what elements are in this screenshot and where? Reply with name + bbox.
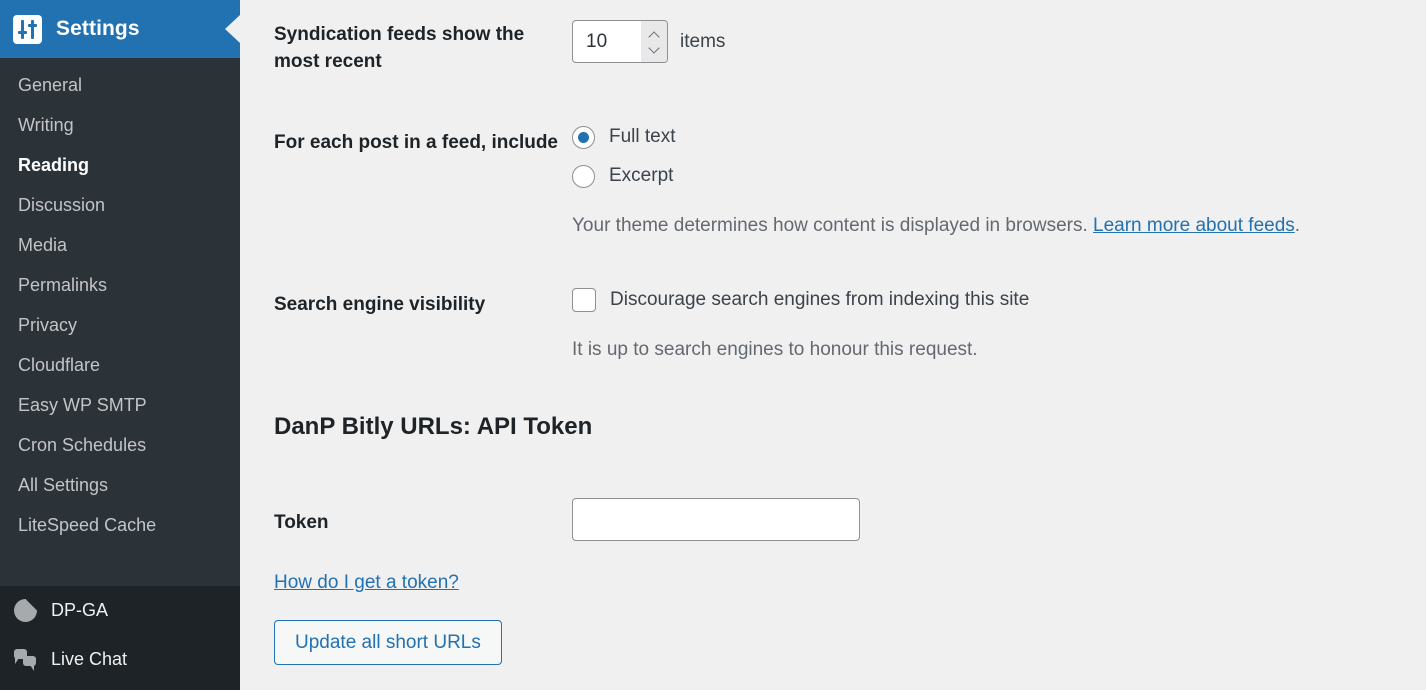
discourage-search-engines-checkbox[interactable] [572, 287, 596, 312]
sidebar-item-cloudflare[interactable]: Cloudflare [0, 345, 240, 385]
update-all-short-urls-button[interactable]: Update all short URLs [274, 620, 502, 666]
search-visibility-description: It is up to search engines to honour thi… [572, 338, 978, 360]
radio-full-text-label: Full text [609, 126, 676, 148]
setting-row-feed-content: For each post in a feed, include Full te… [240, 76, 1426, 240]
learn-more-about-feeds-link[interactable]: Learn more about feeds [1093, 215, 1295, 236]
sidebar-item-general[interactable]: General [0, 65, 240, 105]
sidebar-item-reading[interactable]: Reading [0, 145, 240, 185]
sidebar-item-writing[interactable]: Writing [0, 105, 240, 145]
pie-chart-icon [14, 599, 37, 622]
sidebar-item-live-chat-label: Live Chat [51, 648, 128, 669]
number-spinner[interactable] [641, 21, 667, 62]
token-help-row: How do I get a token? [274, 572, 1426, 594]
settings-content: Syndication feeds show the most recent 1… [240, 0, 1426, 690]
feed-content-label: For each post in a feed, include [274, 131, 558, 153]
spinner-up-icon[interactable] [650, 31, 659, 40]
sidebar-header-settings[interactable]: Settings [0, 0, 240, 58]
posts-per-rss-value: 10 [586, 30, 608, 52]
discourage-search-engines-option[interactable]: Discourage search engines from indexing … [572, 287, 1410, 312]
token-input[interactable] [572, 498, 860, 542]
chat-bubbles-icon [14, 648, 37, 671]
sidebar-item-dp-ga-label: DP-GA [51, 600, 109, 620]
sidebar-plugin-section: DP-GA Live Chat [0, 586, 240, 690]
spinner-down-icon[interactable] [650, 44, 659, 53]
search-visibility-label: Search engine visibility [274, 293, 486, 315]
token-label: Token [274, 512, 329, 534]
how-do-i-get-a-token-link[interactable]: How do I get a token? [274, 572, 459, 593]
radio-option-full-text[interactable]: Full text [572, 125, 1410, 149]
sidebar-item-cron-schedules[interactable]: Cron Schedules [0, 425, 240, 465]
setting-row-syndication-feeds: Syndication feeds show the most recent 1… [240, 0, 1426, 76]
sidebar-item-discussion[interactable]: Discussion [0, 185, 240, 225]
radio-excerpt-icon[interactable] [572, 164, 595, 188]
bitly-section-heading: DanP Bitly URLs: API Token [274, 413, 593, 441]
admin-page: Settings General Writing Reading Discuss… [0, 0, 1426, 690]
setting-row-search-visibility: Search engine visibility Discourage sear… [240, 240, 1426, 364]
sidebar-item-media[interactable]: Media [0, 225, 240, 265]
sidebar-item-privacy[interactable]: Privacy [0, 305, 240, 345]
radio-excerpt-label: Excerpt [609, 165, 674, 187]
settings-sliders-icon [13, 14, 42, 44]
sidebar-item-litespeed-cache[interactable]: LiteSpeed Cache [0, 505, 240, 545]
sidebar-item-easy-wp-smtp[interactable]: Easy WP SMTP [0, 385, 240, 425]
feed-description-text: Your theme determines how content is dis… [572, 214, 1088, 236]
sidebar-item-live-chat[interactable]: Live Chat [0, 635, 240, 683]
sidebar-header-notch [225, 15, 240, 43]
feed-description-suffix: . [1294, 214, 1301, 236]
discourage-search-engines-label: Discourage search engines from indexing … [610, 288, 1030, 310]
syndication-feeds-label: Syndication feeds show the most recent [274, 24, 525, 72]
sidebar-item-dp-ga[interactable]: DP-GA [0, 586, 240, 635]
sidebar-item-all-settings[interactable]: All Settings [0, 465, 240, 505]
sidebar-item-permalinks[interactable]: Permalinks [0, 265, 240, 305]
settings-submenu: General Writing Reading Discussion Media… [0, 58, 240, 552]
feed-content-description: Your theme determines how content is dis… [572, 213, 1410, 240]
setting-row-token: Token [240, 441, 1426, 542]
radio-full-text-icon[interactable] [572, 125, 595, 149]
radio-option-excerpt[interactable]: Excerpt [572, 164, 1410, 188]
admin-sidebar: Settings General Writing Reading Discuss… [0, 0, 240, 690]
posts-per-rss-input[interactable]: 10 [572, 20, 668, 63]
items-unit-label: items [680, 30, 726, 52]
sidebar-header-title: Settings [56, 17, 140, 40]
